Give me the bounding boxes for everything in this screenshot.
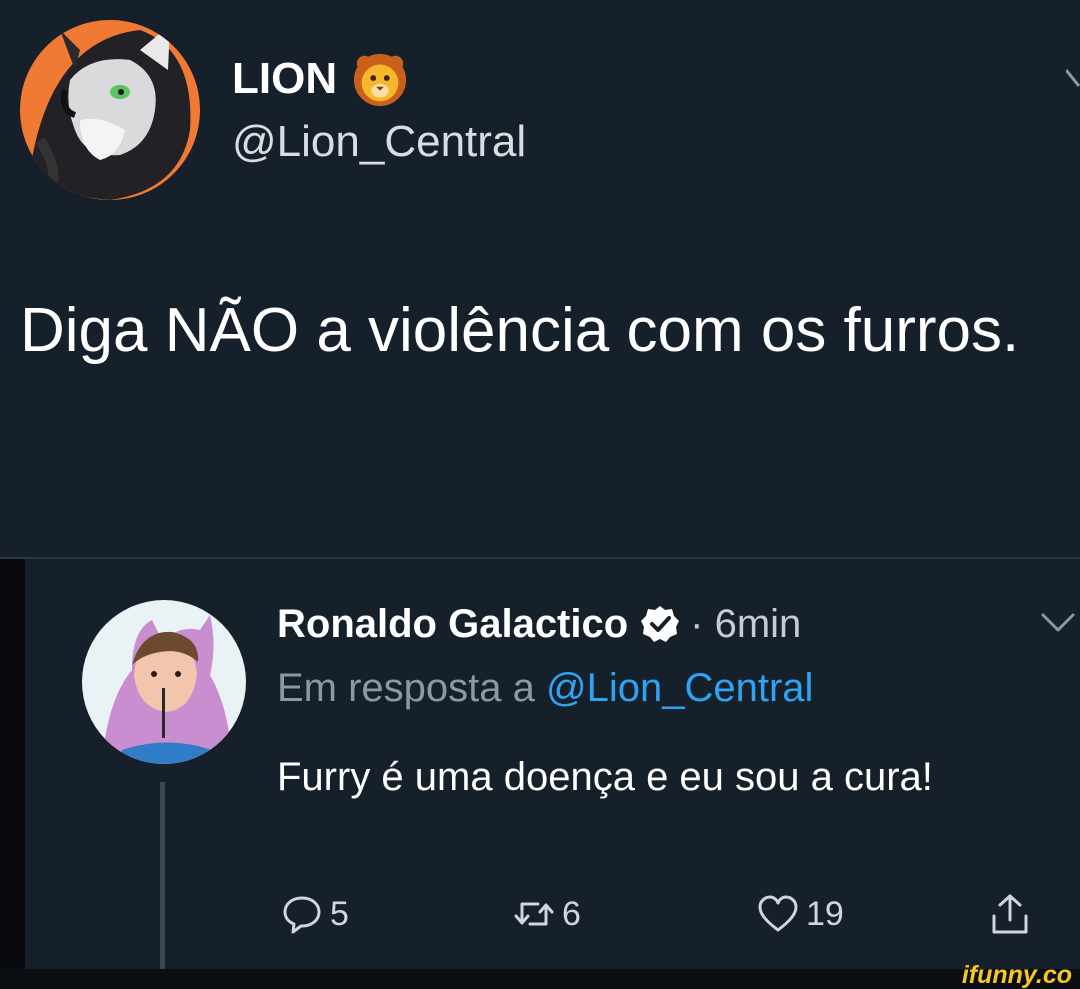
lion-emoji-icon xyxy=(354,53,407,107)
heart-icon xyxy=(758,895,798,932)
tweet-text: Diga NÃO a violência com os furros. xyxy=(20,296,1020,365)
share-button[interactable] xyxy=(988,886,1032,942)
retweet-button[interactable]: 6 xyxy=(512,886,581,942)
retweet-icon xyxy=(514,902,554,926)
ifunny-watermark: ifunny.co xyxy=(961,961,1072,989)
like-button[interactable]: 19 xyxy=(756,886,844,942)
tweet-author-name-text: LION xyxy=(232,54,338,103)
reply-to-prefix: Em resposta a xyxy=(277,666,547,710)
reply-button[interactable]: 5 xyxy=(280,886,349,942)
reply-timestamp: · 6min xyxy=(690,602,802,646)
reply-to-line: Em resposta a @Lion_Central xyxy=(277,662,813,714)
chevron-down-icon[interactable] xyxy=(1040,612,1076,634)
like-count: 19 xyxy=(806,894,844,933)
chevron-down-icon[interactable] xyxy=(1066,66,1080,100)
left-edge-bar xyxy=(0,559,25,969)
reply-header: Ronaldo Galactico · 6min xyxy=(277,598,801,650)
comment-icon xyxy=(283,896,321,934)
reply-author-name[interactable]: Ronaldo Galactico xyxy=(277,598,628,650)
thread-line xyxy=(160,782,165,969)
share-icon xyxy=(992,894,1028,934)
reply-to-mention[interactable]: @Lion_Central xyxy=(546,666,813,710)
tweet-author-handle[interactable]: @Lion_Central xyxy=(232,114,526,170)
retweet-count: 6 xyxy=(562,894,581,933)
lion-avatar[interactable] xyxy=(20,20,200,200)
tweet-author-name[interactable]: LION xyxy=(232,50,409,108)
reply-count: 5 xyxy=(330,894,349,933)
verified-badge-icon xyxy=(641,606,680,642)
reply-text: Furry é uma doença e eu sou a cura! xyxy=(277,755,933,799)
footer-bar xyxy=(0,969,1080,989)
ronaldo-avatar[interactable] xyxy=(82,600,246,764)
